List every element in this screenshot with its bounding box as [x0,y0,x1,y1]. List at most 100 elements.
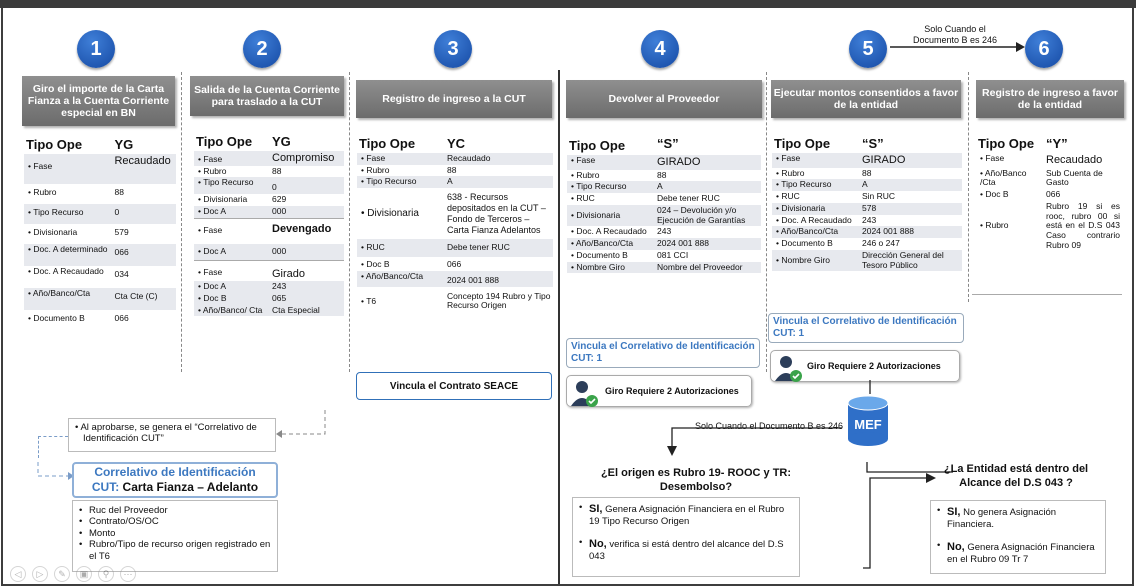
row-value: 000 [270,206,344,219]
row-value: 88 [114,186,124,197]
row-key: Fase [985,152,1005,163]
row-value: Nombre del Proveedor [655,261,761,274]
row-key: Nombre Giro [781,254,830,265]
row-value: Concepto 194 Rubro y Tipo Recurso Origen [447,290,551,311]
vincula-box-step-4: Vincula el Correlativo de Identificación… [566,338,760,368]
row-value: 024 – Devolución y/o Ejecución de Garant… [655,204,761,227]
table-step-3: Tipo Ope YC • Fase Recaudado • Rubro 88 • T… [357,136,553,316]
slides-icon[interactable]: ▣ [76,566,92,582]
dashed-connector-vertical [38,436,39,458]
row-key: Tipo Recurso [33,206,84,217]
table-step-6: Tipo Ope “Y” • Fase Recaudado • Año/Banco … [978,136,1120,250]
divider-main [558,70,560,584]
col1-head-key: Tipo Ope [26,137,83,152]
q2-no-label: No, [947,540,965,553]
row-value: 2024 001 888 [860,226,962,239]
row-value: A [860,179,962,192]
step-2-header: Salida de la Cuenta Corriente para trasl… [190,76,344,116]
row-key: Fase [33,160,53,171]
more-icon[interactable]: ⋯ [120,566,136,582]
row-key: Documento B [781,238,833,249]
row-key: Año/Banco/Cta [365,270,424,281]
separator-2 [349,72,350,372]
row-value: GIRADO [655,154,761,170]
row-key: Fase [203,266,223,277]
pen-icon[interactable]: ✎ [54,566,70,582]
row-value: 000 [270,244,344,261]
row-key: Tipo Recurso [366,176,417,187]
separator-5 [968,72,969,302]
auth-text: Giro Requiere 2 Autorizaciones [807,361,941,371]
row-key: Tipo Recurso [576,181,627,192]
row-key: Rubro [203,165,227,176]
row-key: Rubro [33,186,57,197]
row-value: Cta Especial [270,304,344,317]
correlativo-items-box: Ruc del Proveedor Contrato/OS/OC Monto R… [72,500,278,572]
col6-head-value: “Y” [1046,136,1068,151]
row-value: 578 [860,202,962,215]
prev-icon[interactable]: ◁ [10,566,26,582]
row-key: Fase [576,154,596,165]
row-value: Devengado [272,223,332,236]
correlativo-item: Contrato/OS/OC [79,516,271,528]
row-value: Sin RUC [862,191,896,202]
row-value: Compromiso [270,150,344,166]
row-key: Rubro [576,169,600,180]
correlativo-title-c: Carta Fianza – Adelanto [122,480,259,494]
row-value: 0 [270,177,344,195]
row-key: Rubro [366,164,390,175]
step-3-number: 3 [434,30,472,68]
row-value: 0 [112,203,176,224]
row-value: 246 o 247 [862,238,900,249]
row-value: 081 CCI [657,249,689,260]
row-value: Girado [272,267,306,280]
row-key: RUC [781,191,800,202]
row-key: Año/Banco/Cta [575,238,634,249]
q1-no-label: No, [589,537,607,550]
row-value: 066 [114,312,129,323]
row-value: Sub Cuenta de Gasto [1046,167,1103,188]
row-value: 243 [862,214,877,225]
zoom-icon[interactable]: ⚲ [98,566,114,582]
row-key: Doc. A Recaudado [33,265,104,276]
row-key: Doc. A Recaudado [576,226,647,237]
next-icon[interactable]: ▷ [32,566,48,582]
row-value: Dirección General del Tesoro Público [860,249,962,272]
table-step-1: Tipo Ope YG • Fase Recaudado • Rubro 88 • T… [24,137,176,330]
row-value: Debe tener RUC [445,239,553,258]
step-5-number: 5 [849,30,887,68]
col4-head-key: Tipo Ope [569,138,626,153]
row-value: Rubro 19 si es rooc, rubro 00 si está en… [1046,200,1120,250]
step-5-header: Ejecutar montos consentidos a favor de l… [771,80,961,118]
row-key: Divisionaria [203,194,248,205]
row-key: RUC [366,242,385,253]
row-key: Rubro [781,167,805,178]
slide-nav-controls[interactable]: ◁ ▷ ✎ ▣ ⚲ ⋯ [10,566,136,582]
row-key: Doc B [203,292,227,303]
q2-si-text: No genera Asignación Financiera. [947,507,1057,531]
answer-box-q2: SI, No genera Asignación Financiera. No,… [930,500,1106,574]
row-value: 2024 001 888 [655,238,761,250]
step-6-number: 6 [1025,30,1063,68]
row-value: 034 [114,268,129,279]
dashed-connector-top [38,436,68,437]
correlativo-title-b: CUT: [91,480,120,494]
row-key: Doc B [985,189,1009,200]
row-key: Doc A [203,281,227,292]
q1-no-text: verifica si está dentro del alcance del … [589,538,784,563]
step-6-header: Registro de ingreso a favor de la entida… [976,80,1124,118]
seace-contract-box: Vincula el Contrato SEACE [356,372,552,400]
row-value: Recaudado [445,152,553,165]
table-step-5: Tipo Ope “S” • Fase GIRADO • Rubro 88 • Tip… [772,136,962,272]
user-check-icon [775,356,802,382]
row-key: Doc B [366,259,390,270]
row-value: A [445,176,553,189]
col5-head-value: “S” [862,136,884,151]
row-key: Año/Banco/Cta [780,226,839,237]
note-documento-b-mid: Solo Cuando el Documento B es 246 [694,421,844,431]
row-key: Tipo Recurso [781,179,832,190]
correlativo-item: Monto [79,528,271,540]
question-d-s-043: ¿La Entidad está dentro del Alcance del … [943,463,1089,490]
row-value: 638 - Recursos depositados en la CUT – F… [447,192,546,235]
row-value: 88 [657,169,667,180]
